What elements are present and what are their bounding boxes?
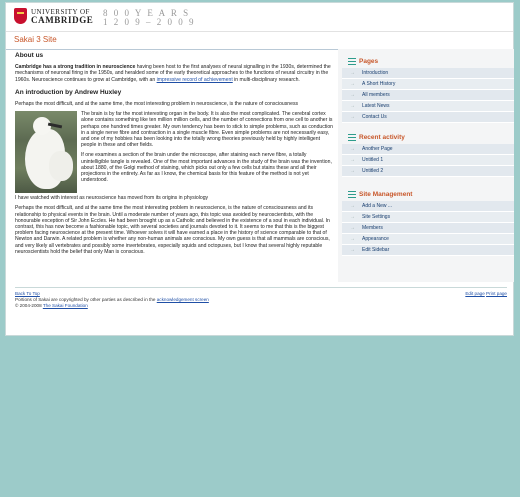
manage-header: Site Management (342, 188, 514, 201)
copyright-line: © 2004-2008 The Sakai Foundation (15, 302, 88, 308)
about-heading: About us (15, 52, 44, 59)
list-icon (348, 58, 356, 65)
arrow-right-icon: → (350, 114, 355, 120)
arrow-right-icon: → (350, 203, 355, 209)
pages-heading: Pages (359, 58, 379, 65)
pages-header: Pages (342, 55, 514, 68)
sidebar-manage-section: Site Management → Add a New ... → Site Set… (342, 188, 514, 256)
sakai-foundation-link[interactable]: The Sakai Foundation (43, 303, 88, 308)
university-crest-icon (14, 8, 27, 24)
sidebar-item-all-members[interactable]: → All members (342, 90, 514, 101)
sidebar-recent-section: Recent activity → Another Page → Untitled … (342, 131, 514, 177)
intro-block: The brain is by far the most interesting… (15, 111, 333, 195)
back-to-top-link[interactable]: Back To Top (15, 291, 40, 296)
print-page-link[interactable]: Print page (486, 291, 507, 296)
arrow-right-icon: → (350, 247, 355, 253)
arrow-right-icon: → (350, 70, 355, 76)
arrow-right-icon: → (350, 81, 355, 87)
page-actions: Edit page Print page (465, 291, 507, 297)
main-content: About us Cambridge has a strong traditio… (15, 52, 333, 259)
about-text-end: in multi-disciplinary research. (232, 76, 300, 83)
university-name-line2: CAMBRIDGE (31, 15, 94, 25)
arrow-right-icon: → (350, 92, 355, 98)
sidebar-item-short-history[interactable]: → A Short History (342, 79, 514, 90)
sidebar-item-untitled-1[interactable]: → Untitled 1 (342, 155, 514, 166)
arrow-right-icon: → (350, 225, 355, 231)
site-header: UNIVERSITY OF CAMBRIDGE 8 0 0 Y E A R S … (6, 3, 513, 32)
consciousness-paragraph: Perhaps the most difficult, and at the s… (15, 205, 330, 255)
arrow-right-icon: → (350, 236, 355, 242)
intro-lead: Perhaps the most difficult, and at the s… (15, 101, 299, 108)
sidebar-item-latest-news[interactable]: → Latest News (342, 101, 514, 112)
watched-paragraph: I have watched with interest as neurosci… (15, 195, 209, 202)
recent-header: Recent activity (342, 131, 514, 144)
site-title: Sakai 3 Site (14, 35, 57, 44)
arrow-right-icon: → (350, 157, 355, 163)
sidebar-item-another-page[interactable]: → Another Page (342, 144, 514, 155)
sidebar-pages-section: Pages → Introduction → A Short History → Al… (342, 55, 514, 123)
edit-page-link[interactable]: Edit page (465, 291, 484, 296)
about-bold: Cambridge has a strong tradition in neur… (15, 64, 136, 71)
site-footer: Back To Top Portions of Sakai are copyri… (15, 287, 507, 308)
sidebar-item-introduction[interactable]: → Introduction (342, 68, 514, 79)
arrow-right-icon: → (350, 103, 355, 109)
arrow-right-icon: → (350, 168, 355, 174)
about-paragraph: Cambridge has a strong tradition in neur… (15, 64, 333, 83)
manage-heading: Site Management (359, 191, 413, 198)
arrow-right-icon: → (350, 214, 355, 220)
anniversary-line2: 1 2 0 9 – 2 0 0 9 (103, 17, 196, 27)
list-icon (348, 191, 356, 198)
page-container: UNIVERSITY OF CAMBRIDGE 8 0 0 Y E A R S … (5, 2, 514, 336)
sidebar-item-members[interactable]: → Members (342, 223, 514, 234)
arrow-right-icon: → (350, 146, 355, 152)
egret-photo (15, 111, 77, 194)
sidebar-item-contact-us[interactable]: → Contact Us (342, 112, 514, 123)
site-title-bar: Sakai 3 Site (6, 31, 513, 50)
achievement-link[interactable]: impressive record of achievement (157, 77, 233, 83)
sidebar-item-edit-sidebar[interactable]: → Edit Sidebar (342, 245, 514, 256)
recent-heading: Recent activity (359, 134, 405, 141)
sidebar-item-add-new[interactable]: → Add a New ... (342, 201, 514, 212)
sidebar-item-untitled-2[interactable]: → Untitled 2 (342, 166, 514, 177)
list-icon (348, 134, 356, 141)
sidebar-item-site-settings[interactable]: → Site Settings (342, 212, 514, 223)
sidebar-item-appearance[interactable]: → Appearance (342, 234, 514, 245)
intro-heading: An introduction by Andrew Huxley (15, 88, 122, 96)
acknowledgement-link[interactable]: acknowledgement screen (157, 297, 209, 302)
sidebar: Pages → Introduction → A Short History → Al… (338, 49, 514, 282)
